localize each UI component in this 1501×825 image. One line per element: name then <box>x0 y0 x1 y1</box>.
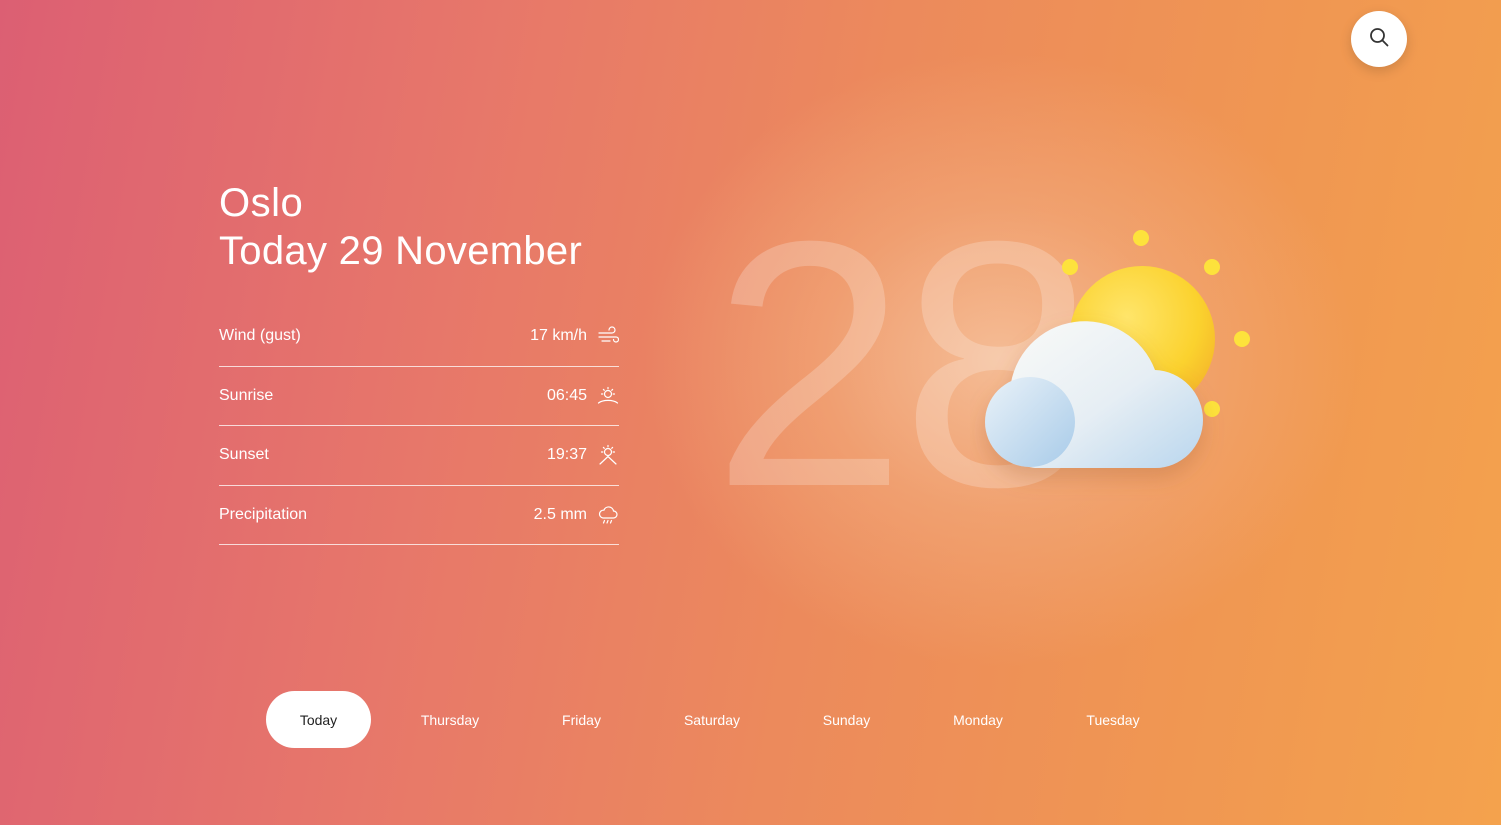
detail-row-sunrise: Sunrise 06:45 <box>219 367 619 426</box>
tab-today[interactable]: Today <box>266 691 371 748</box>
day-tabs: Today Thursday Friday Saturday Sunday Mo… <box>266 691 1173 748</box>
search-button[interactable] <box>1351 11 1407 67</box>
detail-row-wind: Wind (gust) 17 km/h <box>219 307 619 367</box>
detail-label: Sunset <box>219 446 269 464</box>
detail-value: 17 km/h <box>530 327 587 345</box>
search-icon <box>1369 27 1389 52</box>
wind-icon <box>597 325 619 347</box>
detail-row-precipitation: Precipitation 2.5 mm <box>219 486 619 545</box>
weather-details-list: Wind (gust) 17 km/h Sunrise 06:45 Sunset… <box>219 307 619 545</box>
detail-row-sunset: Sunset 19:37 <box>219 426 619 486</box>
location-header: Oslo Today 29 November <box>219 180 582 276</box>
current-date: Today 29 November <box>219 229 583 273</box>
detail-value: 06:45 <box>546 386 587 404</box>
partly-cloudy-icon <box>970 220 1270 510</box>
tab-sunday[interactable]: Sunday <box>790 691 903 748</box>
detail-label: Wind (gust) <box>219 327 301 345</box>
tab-thursday[interactable]: Thursday <box>371 691 529 748</box>
tab-tuesday[interactable]: Tuesday <box>1053 691 1173 748</box>
tab-monday[interactable]: Monday <box>903 691 1053 748</box>
detail-value: 2.5 mm <box>533 505 587 523</box>
tab-saturday[interactable]: Saturday <box>634 691 790 748</box>
rain-cloud-icon <box>597 504 619 526</box>
tab-friday[interactable]: Friday <box>529 691 634 748</box>
detail-label: Sunrise <box>219 386 274 404</box>
sunrise-icon <box>597 385 619 407</box>
sunset-icon <box>597 444 619 466</box>
detail-value: 19:37 <box>546 446 587 464</box>
detail-label: Precipitation <box>219 505 308 523</box>
city-name: Oslo <box>219 181 304 225</box>
